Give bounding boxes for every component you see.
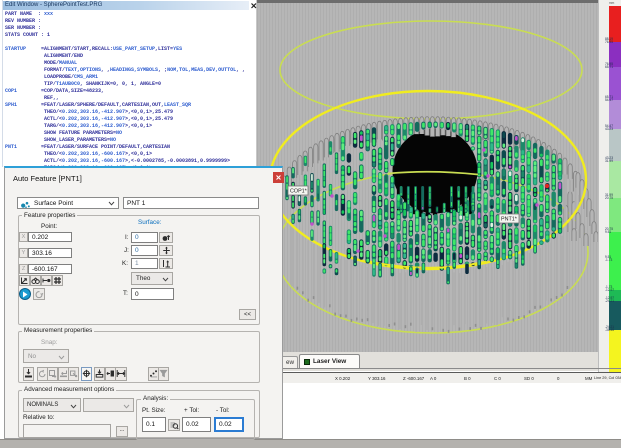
svg-text:PNT1*: PNT1* (501, 217, 518, 223)
svg-text:COP1*: COP1* (290, 189, 308, 195)
